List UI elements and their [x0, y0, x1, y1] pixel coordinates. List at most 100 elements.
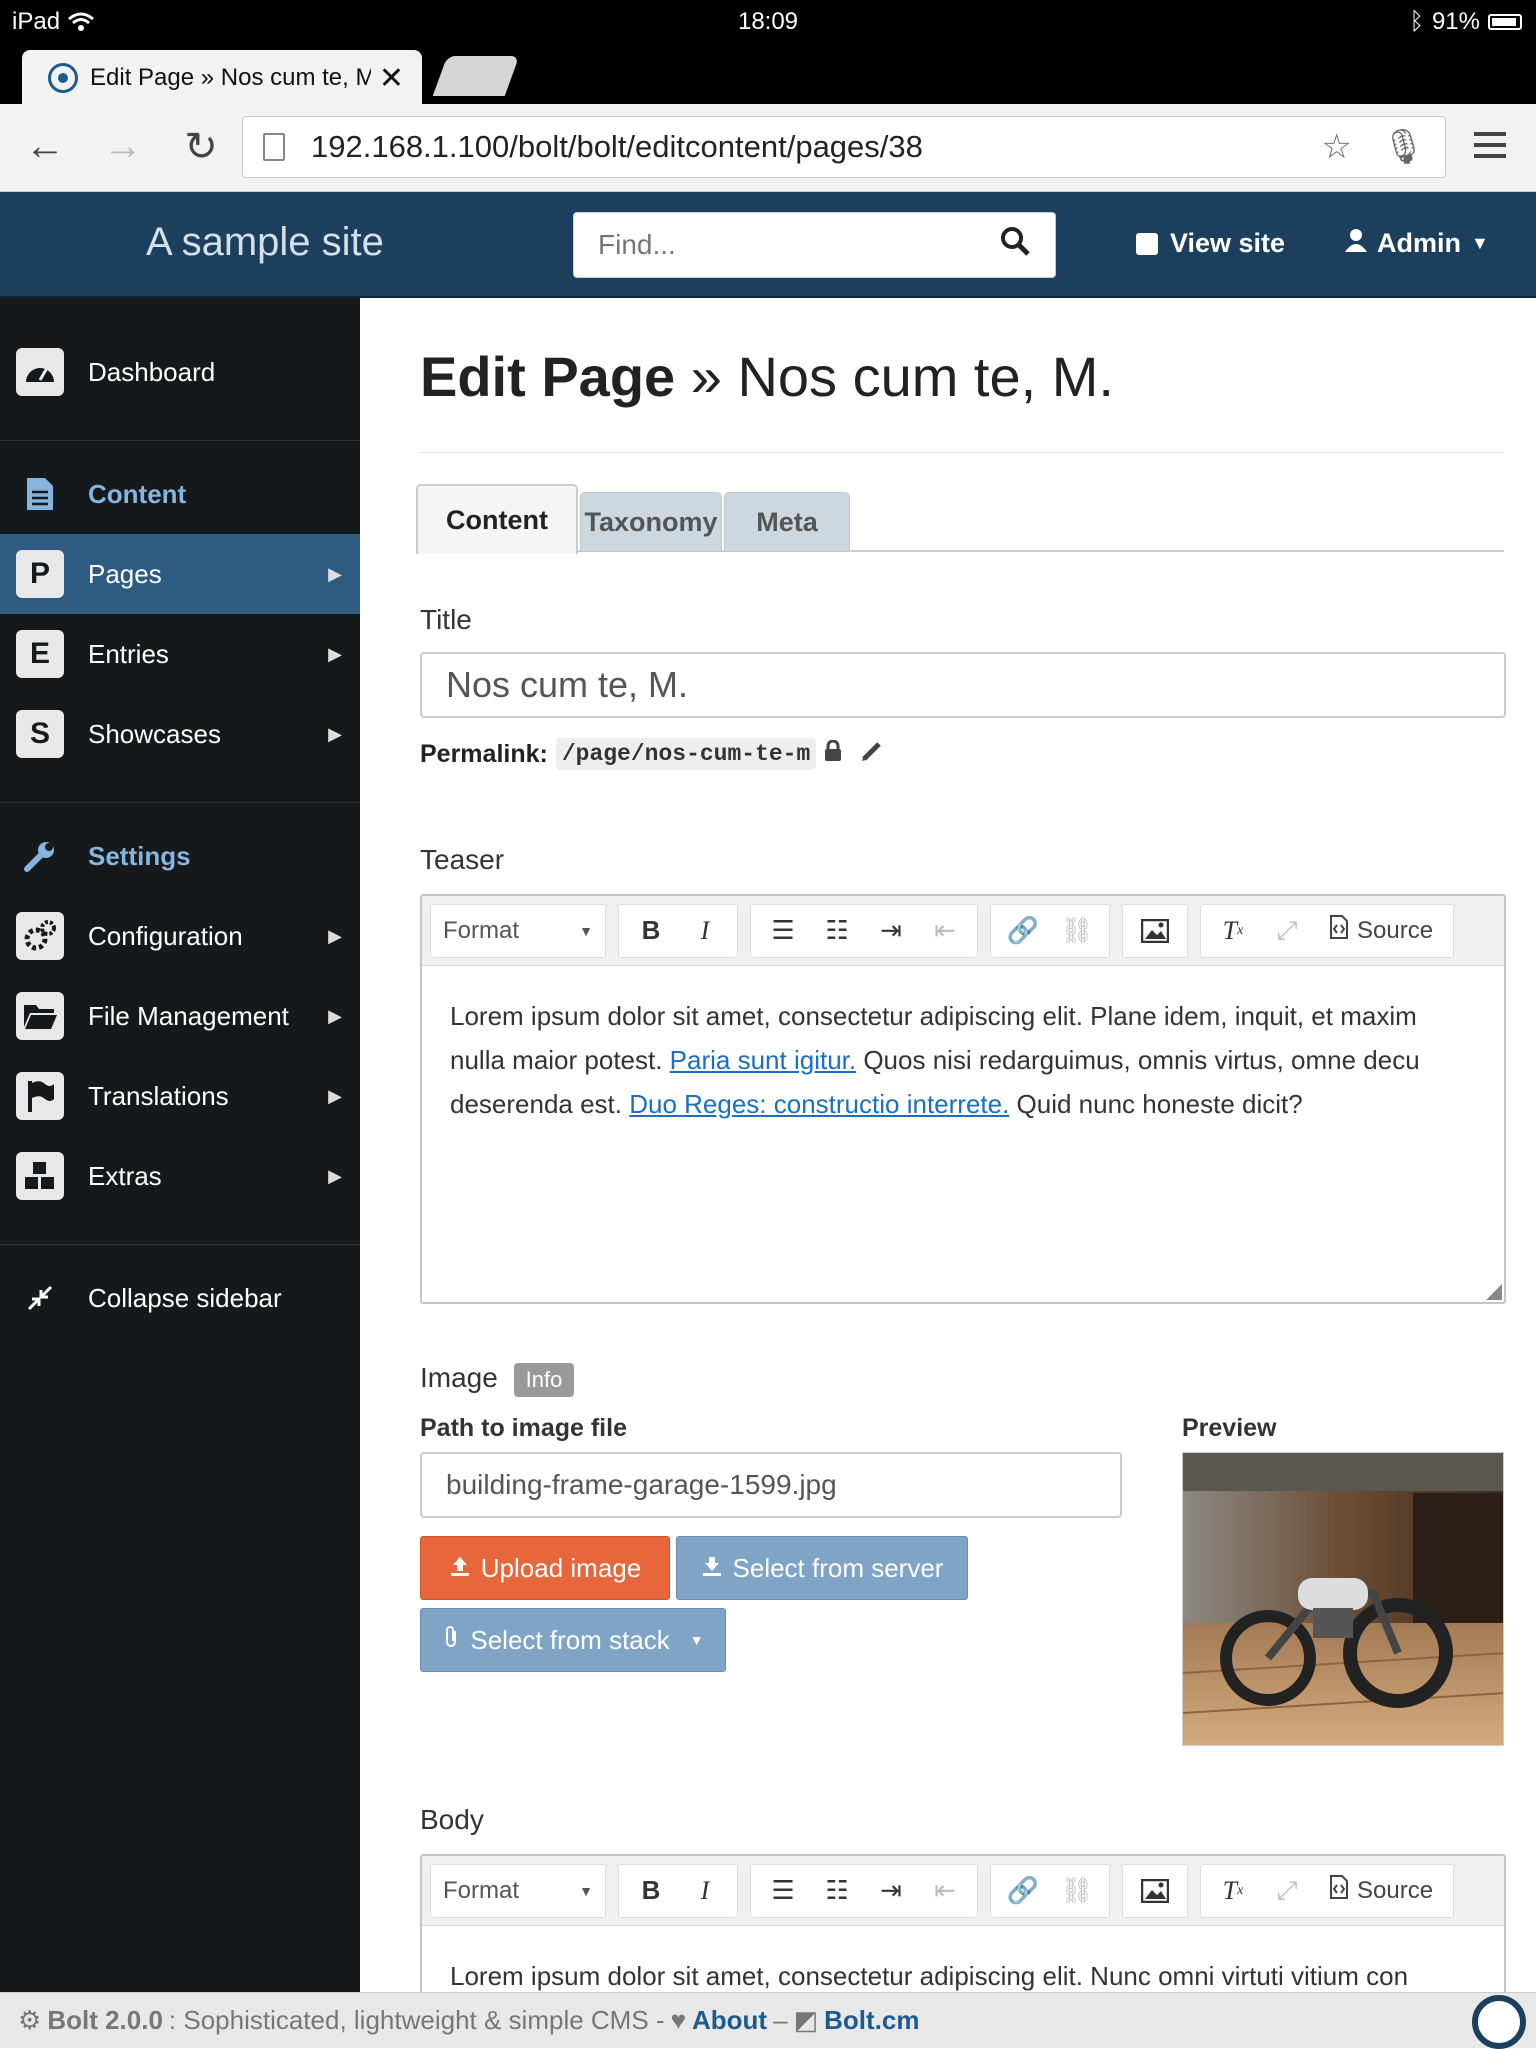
- maximize-icon[interactable]: ⤢: [1263, 1869, 1311, 1913]
- image-label-row: Image Info: [420, 1362, 575, 1397]
- bulleted-list-icon[interactable]: ☷: [813, 1869, 861, 1913]
- numbered-list-icon[interactable]: ☰: [759, 1869, 807, 1913]
- browser-tab[interactable]: Edit Page » Nos cum te, M ✕: [22, 50, 422, 106]
- main-content: Edit Page » Nos cum te, M. Content Taxon…: [360, 298, 1536, 1992]
- resize-handle-icon[interactable]: [1486, 1284, 1502, 1300]
- site-title[interactable]: A sample site: [146, 220, 384, 265]
- body-text[interactable]: Lorem ipsum dolor sit amet, consectetur …: [422, 1926, 1504, 1992]
- sidebar-item-extras[interactable]: Extras ▶: [0, 1136, 360, 1216]
- document-icon: [16, 470, 64, 518]
- dashboard-icon: [16, 348, 64, 396]
- sidebar-item-entries[interactable]: E Entries ▶: [0, 614, 360, 694]
- sidebar-item-label: Pages: [88, 558, 162, 589]
- new-tab-button[interactable]: [432, 56, 520, 96]
- title-input[interactable]: Nos cum te, M.: [420, 652, 1506, 718]
- sidebar-item-label: Collapse sidebar: [88, 1282, 282, 1313]
- source-button[interactable]: Source: [1317, 909, 1445, 953]
- outdent-icon[interactable]: ⇤: [921, 1869, 969, 1913]
- close-tab-icon[interactable]: ✕: [379, 61, 404, 96]
- sidebar-item-file-management[interactable]: File Management ▶: [0, 976, 360, 1056]
- browser-menu-icon[interactable]: [1474, 132, 1506, 165]
- tab-taxonomy[interactable]: Taxonomy: [580, 492, 722, 552]
- collapse-sidebar-button[interactable]: Collapse sidebar: [0, 1258, 360, 1338]
- bold-icon[interactable]: B: [627, 909, 675, 953]
- address-bar[interactable]: 192.168.1.100/bolt/bolt/editcontent/page…: [242, 116, 1446, 178]
- format-dropdown[interactable]: Format ▼: [430, 903, 606, 958]
- microphone-icon[interactable]: 🎙: [1382, 127, 1425, 167]
- permalink-value: /page/nos-cum-te-m: [555, 738, 817, 770]
- bolt-favicon-icon: [48, 63, 78, 93]
- bolt-logo[interactable]: [1472, 1995, 1526, 2049]
- chevron-right-icon: ▶: [328, 643, 342, 664]
- boltcm-link[interactable]: Bolt.cm: [824, 2005, 919, 2036]
- edit-tabs: Content Taxonomy Meta: [416, 484, 1504, 554]
- sidebar-header-settings[interactable]: Settings: [0, 816, 360, 896]
- select-from-stack-button[interactable]: Select from stack ▼: [420, 1608, 726, 1672]
- image-icon[interactable]: [1131, 1869, 1179, 1913]
- link-icon[interactable]: 🔗: [999, 1869, 1047, 1913]
- indent-icon[interactable]: ⇥: [867, 909, 915, 953]
- image-path-input[interactable]: building-frame-garage-1599.jpg: [420, 1452, 1122, 1518]
- about-link[interactable]: About: [692, 2005, 767, 2036]
- format-label: Format: [443, 1876, 520, 1904]
- sidebar-item-label: Settings: [88, 840, 191, 871]
- preview-label: Preview: [1182, 1414, 1277, 1442]
- lock-icon[interactable]: [824, 739, 842, 769]
- remove-format-icon[interactable]: Tx: [1209, 909, 1257, 953]
- view-site-link[interactable]: View site: [1136, 228, 1285, 259]
- link-icon[interactable]: 🔗: [999, 909, 1047, 953]
- forward-icon[interactable]: →: [98, 124, 148, 169]
- teaser-link[interactable]: Duo Reges: constructio interrete.: [629, 1089, 1009, 1119]
- select-from-server-button[interactable]: Select from server: [676, 1536, 968, 1600]
- search-input[interactable]: [598, 229, 999, 261]
- source-button[interactable]: Source: [1317, 1869, 1445, 1913]
- heart-icon: ♥: [670, 2005, 686, 2035]
- image-icon[interactable]: [1131, 909, 1179, 953]
- flag-icon: [16, 1072, 64, 1120]
- tab-meta[interactable]: Meta: [724, 492, 850, 552]
- permalink-row: Permalink: /page/nos-cum-te-m: [420, 738, 884, 770]
- bulleted-list-icon[interactable]: ☷: [813, 909, 861, 953]
- page-icon: [263, 133, 285, 161]
- teaser-line: nulla maior potest. Paria sunt igitur. Q…: [450, 1038, 1476, 1082]
- info-badge[interactable]: Info: [513, 1362, 575, 1397]
- indent-icon[interactable]: ⇥: [867, 1869, 915, 1913]
- compress-icon: [16, 1274, 64, 1322]
- tab-content[interactable]: Content: [416, 484, 578, 554]
- remove-format-icon[interactable]: Tx: [1209, 1869, 1257, 1913]
- status-bar: iPad 18:09 ᛒ 91%: [0, 0, 1536, 42]
- admin-menu[interactable]: Admin ▼: [1345, 228, 1489, 259]
- page-title-record: » Nos cum te, M.: [690, 345, 1114, 408]
- outdent-icon[interactable]: ⇤: [921, 909, 969, 953]
- battery-percent: 91%: [1431, 8, 1480, 35]
- sidebar-item-translations[interactable]: Translations ▶: [0, 1056, 360, 1136]
- sidebar-item-dashboard[interactable]: Dashboard: [0, 332, 360, 412]
- sidebar-header-content[interactable]: Content: [0, 454, 360, 534]
- italic-icon[interactable]: I: [681, 1869, 729, 1913]
- bookmark-star-icon[interactable]: ☆: [1321, 127, 1351, 167]
- unlink-icon[interactable]: ⛓: [1053, 1869, 1101, 1913]
- numbered-list-icon[interactable]: ☰: [759, 909, 807, 953]
- unlink-icon[interactable]: ⛓: [1053, 909, 1101, 953]
- format-dropdown[interactable]: Format ▼: [430, 1863, 606, 1918]
- italic-icon[interactable]: I: [681, 909, 729, 953]
- caret-down-icon: ▼: [579, 922, 593, 939]
- reload-icon[interactable]: ↻: [176, 124, 226, 170]
- maximize-icon[interactable]: ⤢: [1263, 909, 1311, 953]
- sidebar-item-pages[interactable]: P Pages ▶: [0, 534, 360, 614]
- search-icon[interactable]: [999, 225, 1031, 265]
- folder-open-icon: [16, 992, 64, 1040]
- bold-icon[interactable]: B: [627, 1869, 675, 1913]
- teaser-text[interactable]: Lorem ipsum dolor sit amet, consectetur …: [422, 966, 1504, 1154]
- teaser-link[interactable]: Paria sunt igitur.: [670, 1045, 856, 1075]
- sidebar-item-showcases[interactable]: S Showcases ▶: [0, 694, 360, 774]
- back-icon[interactable]: ←: [20, 124, 70, 169]
- sidebar-item-configuration[interactable]: Configuration ▶: [0, 896, 360, 976]
- pencil-icon[interactable]: [860, 739, 884, 770]
- text-segment: deserenda est.: [450, 1089, 630, 1119]
- title-divider: [420, 452, 1504, 453]
- teaser-line: deserenda est. Duo Reges: constructio in…: [450, 1082, 1476, 1126]
- upload-image-button[interactable]: Upload image: [420, 1536, 670, 1600]
- sidebar-item-label: File Management: [88, 1000, 289, 1031]
- entries-letter-icon: E: [16, 630, 64, 678]
